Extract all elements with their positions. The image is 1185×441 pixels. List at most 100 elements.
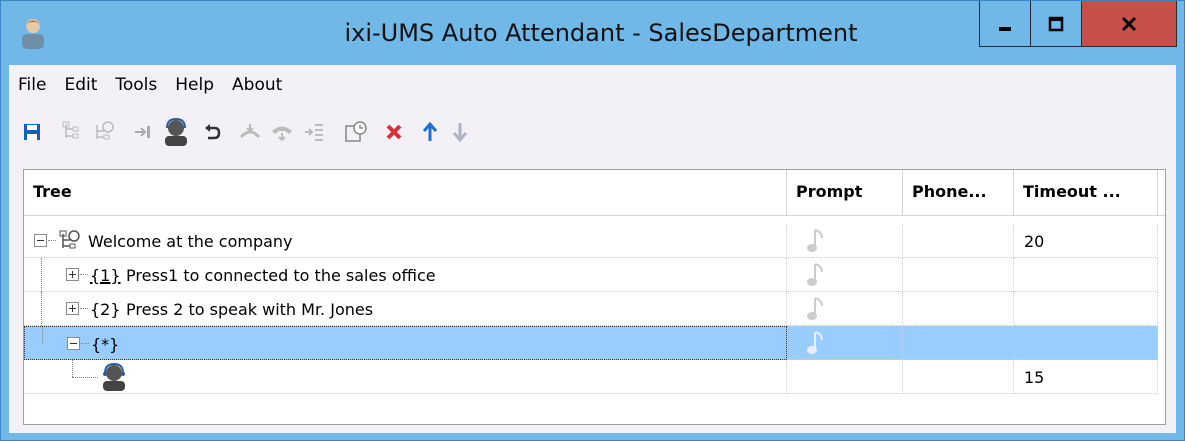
prompt-cell[interactable] xyxy=(787,258,903,292)
tree-grid[interactable]: Tree Prompt Phone... Timeout ... Welcome… xyxy=(23,169,1166,425)
move-down-button[interactable] xyxy=(445,115,475,149)
window-title: ixi-UMS Auto Attendant - SalesDepartment xyxy=(344,19,858,47)
tree-connector xyxy=(42,327,43,344)
phone-cell[interactable] xyxy=(903,360,1014,394)
music-note-icon xyxy=(807,229,823,252)
music-note-icon xyxy=(807,331,823,354)
welcome-node-icon xyxy=(59,230,80,249)
table-row[interactable]: {1} Press1 to connected to the sales off… xyxy=(24,258,1165,292)
node-key: {*} xyxy=(91,335,120,354)
phone-cell[interactable] xyxy=(903,224,1014,258)
maximize-icon xyxy=(1048,16,1064,31)
tree-cell[interactable]: {*} xyxy=(24,326,787,360)
add-welcome-button[interactable] xyxy=(89,115,119,149)
menu-help[interactable]: Help xyxy=(166,73,223,101)
node-key: {2} xyxy=(90,300,121,319)
timeout-cell[interactable] xyxy=(1014,258,1158,292)
menu-about[interactable]: About xyxy=(223,73,291,101)
timeout-value: 20 xyxy=(1024,232,1045,251)
menu-file[interactable]: File xyxy=(9,73,55,101)
close-button[interactable] xyxy=(1081,1,1177,47)
delete-button[interactable] xyxy=(379,115,409,149)
prompt-cell[interactable] xyxy=(787,292,903,326)
grid-header: Tree Prompt Phone... Timeout ... xyxy=(24,170,1165,216)
hangup-icon xyxy=(239,124,261,139)
table-row[interactable]: {2} Press 2 to speak with Mr. Jones xyxy=(24,292,1165,326)
minimize-button[interactable] xyxy=(979,1,1031,47)
move-down-icon xyxy=(452,123,468,143)
phone-cell[interactable] xyxy=(903,326,1014,360)
node-key: {1} xyxy=(90,266,121,285)
node-label: Welcome at the company xyxy=(88,232,293,251)
expand-toggle[interactable] xyxy=(66,302,79,315)
tree-connector xyxy=(80,274,88,275)
phone-cell[interactable] xyxy=(903,258,1014,292)
save-button[interactable] xyxy=(17,115,47,149)
prompt-cell[interactable] xyxy=(787,360,903,394)
move-up-icon xyxy=(422,121,438,141)
menu-tools[interactable]: Tools xyxy=(106,73,166,101)
go-back-button[interactable] xyxy=(197,115,227,149)
transfer-button[interactable] xyxy=(129,115,159,149)
tree-connector xyxy=(72,377,98,378)
save-icon xyxy=(24,124,40,140)
transfer-icon xyxy=(135,126,150,138)
tree-connector xyxy=(72,360,73,377)
agent-icon xyxy=(103,362,125,391)
node-label: Press1 to connected to the sales office xyxy=(126,266,436,285)
menu-edit[interactable]: Edit xyxy=(55,73,106,101)
table-row[interactable]: Welcome at the company 20 xyxy=(24,224,1165,258)
phone-cell[interactable] xyxy=(903,292,1014,326)
node-label: Press 2 to speak with Mr. Jones xyxy=(126,300,374,319)
prompt-cell[interactable] xyxy=(787,326,903,360)
tree-cell[interactable]: {1} Press1 to connected to the sales off… xyxy=(24,258,787,292)
minimize-icon xyxy=(999,26,1011,31)
column-timeout[interactable]: Timeout ... xyxy=(1014,170,1158,215)
phone-icon xyxy=(272,126,292,142)
close-icon xyxy=(1121,16,1137,31)
app-window: ixi-UMS Auto Attendant - SalesDepartment… xyxy=(0,0,1185,441)
tree-cell[interactable]: {2} Press 2 to speak with Mr. Jones xyxy=(24,292,787,326)
column-tree[interactable]: Tree xyxy=(24,170,787,215)
table-row-selected[interactable]: {*} xyxy=(24,326,1165,360)
column-prompt[interactable]: Prompt xyxy=(787,170,903,215)
agent-button[interactable] xyxy=(161,115,191,149)
schedule-icon xyxy=(345,121,367,142)
hangup-button[interactable] xyxy=(235,115,265,149)
tree-cell[interactable]: Welcome at the company xyxy=(24,224,787,258)
tree-connector xyxy=(48,240,56,241)
add-node-button[interactable] xyxy=(57,115,87,149)
queue-button[interactable] xyxy=(299,115,329,149)
collapse-toggle[interactable] xyxy=(67,337,80,350)
music-note-icon xyxy=(807,297,823,320)
expand-toggle[interactable] xyxy=(66,268,79,281)
title-bar[interactable]: ixi-UMS Auto Attendant - SalesDepartment xyxy=(1,1,1184,65)
app-user-icon xyxy=(22,19,44,49)
tree-welcome-icon xyxy=(96,121,114,140)
column-phone[interactable]: Phone... xyxy=(903,170,1014,215)
collapse-toggle[interactable] xyxy=(34,234,47,247)
toolbar xyxy=(13,115,713,155)
move-up-button[interactable] xyxy=(415,115,445,149)
tree-connector xyxy=(81,343,89,344)
schedule-button[interactable] xyxy=(341,115,371,149)
menu-bar: File Edit Tools Help About xyxy=(9,73,291,101)
queue-icon xyxy=(305,124,323,141)
timeout-cell[interactable]: 20 xyxy=(1014,224,1158,258)
tree-connector xyxy=(41,258,42,292)
agent-icon xyxy=(165,118,187,146)
tree-node-icon xyxy=(62,121,79,139)
table-row[interactable]: 15 xyxy=(24,360,1165,394)
timeout-cell[interactable] xyxy=(1014,326,1158,360)
timeout-cell[interactable]: 15 xyxy=(1014,360,1158,394)
maximize-button[interactable] xyxy=(1030,1,1082,47)
tree-cell[interactable] xyxy=(24,360,787,394)
timeout-cell[interactable] xyxy=(1014,292,1158,326)
timeout-value: 15 xyxy=(1024,368,1045,387)
phone-button[interactable] xyxy=(267,115,297,149)
prompt-cell[interactable] xyxy=(787,224,903,258)
client-area: File Edit Tools Help About Tree Prompt P… xyxy=(9,65,1176,433)
delete-icon xyxy=(386,124,402,140)
back-icon xyxy=(205,124,221,140)
tree-connector xyxy=(41,292,42,326)
